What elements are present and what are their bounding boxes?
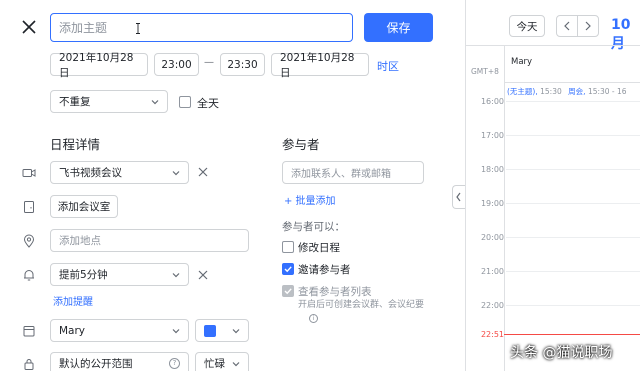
- calendar-color-select[interactable]: [195, 319, 249, 342]
- calendar-select[interactable]: Mary: [50, 319, 189, 342]
- calendar-icon: [22, 324, 36, 338]
- collapse-panel-button[interactable]: [452, 185, 465, 209]
- chevron-left-icon: [564, 21, 570, 31]
- check-icon: [284, 266, 292, 273]
- chevron-left-icon: [456, 192, 461, 202]
- participant-permissions-label: 参与者可以：: [282, 221, 345, 233]
- video-icon: [22, 166, 36, 180]
- details-heading: 日程详情: [50, 137, 101, 152]
- text-cursor-icon: [135, 23, 141, 34]
- calendar-panel: 今天 10月 GMT+8 Mary (无主题), 15:30 周会, 15:30…: [465, 0, 640, 371]
- start-date-value: 2021年10月28日: [59, 51, 134, 79]
- close-icon[interactable]: [20, 18, 38, 36]
- start-time-value: 23:00: [161, 58, 192, 71]
- chevron-right-icon: [585, 21, 591, 31]
- repeat-value: 不重复: [59, 96, 91, 108]
- perm-view-label: 查看参与者列表: [298, 286, 372, 298]
- participants-heading: 参与者: [282, 137, 320, 152]
- now-time-label: 22:51: [480, 330, 504, 339]
- watermark: 头条 @猫说职场: [510, 345, 613, 361]
- save-button[interactable]: 保存: [364, 13, 433, 42]
- repeat-select[interactable]: 不重复: [50, 90, 168, 113]
- hour-label: 17:00: [480, 131, 504, 140]
- check-icon: [284, 288, 292, 295]
- chevron-down-icon: [172, 328, 180, 333]
- hour-label: 18:00: [480, 165, 504, 174]
- month-label: 10月: [611, 17, 631, 52]
- calendar-value: Mary: [59, 324, 86, 337]
- perm-view-checkbox: [282, 285, 294, 297]
- lock-icon: [22, 357, 36, 371]
- today-button[interactable]: 今天: [509, 15, 545, 37]
- end-date-field[interactable]: 2021年10月28日: [271, 52, 369, 79]
- room-icon: [22, 200, 36, 214]
- video-meeting-value: 飞书视频会议: [59, 167, 122, 179]
- perm-note: 开启后可创建会议群、会议纪要: [298, 300, 425, 310]
- timezone-link[interactable]: 时区: [377, 58, 399, 74]
- chevron-down-icon: [151, 99, 159, 104]
- save-label: 保存: [386, 21, 411, 35]
- title-placeholder: 添加主题: [59, 21, 108, 35]
- remove-reminder-icon[interactable]: [197, 269, 209, 281]
- end-date-value: 2021年10月28日: [280, 51, 355, 79]
- event-chip[interactable]: (无主题), 15:30 周会, 15:30 - 16: [507, 86, 640, 97]
- perm-invite-checkbox[interactable]: [282, 263, 294, 275]
- location-pin-icon: [22, 234, 36, 248]
- event-weekly-time: 15:30 - 16: [587, 87, 627, 96]
- location-input[interactable]: 添加地点: [50, 229, 249, 252]
- chevron-down-icon: [172, 170, 180, 175]
- time-separator: —: [204, 57, 214, 68]
- participants-placeholder: 添加联系人、群或邮箱: [291, 169, 391, 180]
- end-time-value: 23:30: [227, 58, 258, 71]
- help-icon: ?: [169, 358, 180, 369]
- busy-select[interactable]: 忙碌: [195, 352, 249, 371]
- participants-input[interactable]: 添加联系人、群或邮箱: [282, 161, 424, 184]
- event-untitled: (无主题),: [507, 87, 538, 96]
- today-label: 今天: [516, 20, 538, 33]
- visibility-select[interactable]: 默认的公开范围 ?: [50, 352, 189, 371]
- perm-edit-label: 修改日程: [298, 242, 340, 254]
- allday-checkbox[interactable]: [179, 96, 191, 108]
- start-date-field[interactable]: 2021年10月28日: [50, 52, 148, 79]
- video-meeting-select[interactable]: 飞书视频会议: [50, 161, 189, 184]
- location-placeholder: 添加地点: [59, 235, 101, 247]
- allday-label: 全天: [197, 97, 219, 110]
- visibility-value: 默认的公开范围: [59, 358, 133, 370]
- hour-label: 21:00: [480, 267, 504, 276]
- chevron-down-icon: [232, 328, 240, 333]
- hour-label: 16:00: [480, 97, 504, 106]
- owner-name: Mary: [511, 57, 533, 67]
- end-time-field[interactable]: 23:30: [220, 53, 265, 76]
- add-room-button[interactable]: 添加会议室: [50, 195, 118, 218]
- timezone-label: GMT+8: [471, 67, 499, 76]
- bell-icon: [22, 268, 36, 282]
- busy-value: 忙碌: [204, 358, 225, 370]
- add-room-label: 添加会议室: [57, 201, 111, 213]
- reminder-select[interactable]: 提前5分钟: [50, 263, 189, 286]
- hour-label: 19:00: [480, 199, 504, 208]
- reminder-value: 提前5分钟: [59, 269, 108, 281]
- now-indicator-line: [504, 334, 640, 335]
- start-time-field[interactable]: 23:00: [154, 53, 199, 76]
- info-icon: i: [309, 314, 318, 323]
- perm-edit-checkbox[interactable]: [282, 241, 294, 253]
- add-reminder-link[interactable]: 添加提醒: [53, 293, 93, 308]
- hour-label: 22:00: [480, 301, 504, 310]
- perm-invite-label: 邀请参与者: [298, 264, 351, 276]
- color-swatch: [204, 324, 216, 337]
- chevron-down-icon: [232, 361, 240, 366]
- prev-period-button[interactable]: [556, 15, 578, 37]
- remove-video-icon[interactable]: [197, 166, 209, 178]
- next-period-button[interactable]: [577, 15, 599, 37]
- chevron-down-icon: [172, 272, 180, 277]
- event-untitled-time: 15:30: [540, 87, 562, 96]
- event-weekly: 周会,: [568, 87, 586, 96]
- title-input[interactable]: 添加主题: [50, 13, 353, 42]
- bulk-add-link[interactable]: + 批量添加: [284, 192, 336, 207]
- hour-label: 20:00: [480, 233, 504, 242]
